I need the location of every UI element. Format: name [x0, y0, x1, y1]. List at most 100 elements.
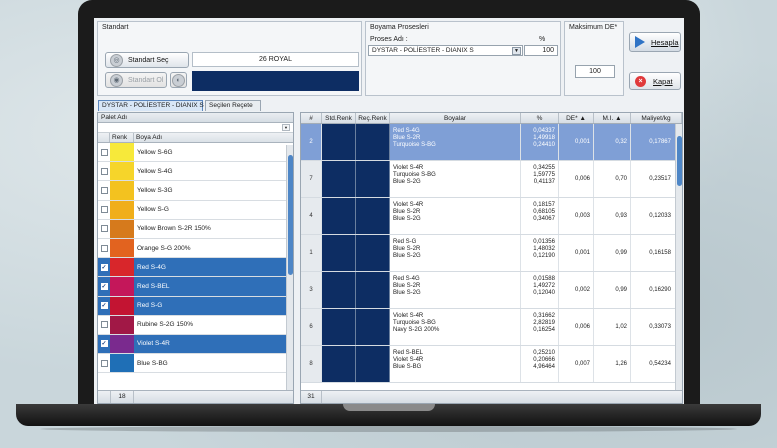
- tab-dystar-process[interactable]: DYSTAR - POLİESTER - DIANIX S: [98, 100, 204, 111]
- recipe-row[interactable]: 8 Red S-BEL Violet S-4R Blue S-BG 0,25210 0,2…: [301, 346, 682, 383]
- dye-name: Yellow S-4G: [137, 167, 173, 175]
- recipe-row[interactable]: 2 Red S-4G Blue S-2R Turquoise S-BG 0,04337 1…: [301, 124, 682, 161]
- dye-checkbox[interactable]: [100, 167, 108, 175]
- color-wheel-icon: ◎: [110, 53, 123, 67]
- recipe-dye-name: Blue S-BG: [393, 364, 422, 370]
- recipe-dye-percent: 1,48032: [533, 246, 555, 252]
- row-check-cell: ✓: [98, 277, 110, 295]
- recipe-dye-name: Blue S-2G: [393, 253, 421, 259]
- recipe-dye-percent: 0,41137: [533, 179, 555, 185]
- recipe-row[interactable]: 6 Violet S-4R Turquoise S-BG Navy S-2G 200%…: [301, 309, 682, 346]
- recipe-row[interactable]: 4 Violet S-4R Blue S-2R Blue S-2G 0,18157 0,6…: [301, 198, 682, 235]
- recipe-dye-name: Blue S-2R: [393, 246, 421, 252]
- dye-color-swatch: [110, 143, 134, 162]
- recipe-dye-name: Blue S-2R: [393, 135, 421, 141]
- col-rec-color[interactable]: Reç.Renk: [356, 113, 390, 123]
- recipe-de: 0,001: [559, 235, 594, 271]
- process-percent-input[interactable]: 100: [524, 45, 558, 56]
- palette-row[interactable]: Blue S-BG: [98, 354, 293, 374]
- recipe-percents: 0,04337 1,49918 0,24410: [521, 124, 559, 160]
- recipe-scrollbar[interactable]: [675, 124, 682, 390]
- row-check-cell: [98, 239, 110, 257]
- recipe-dye-name: Blue S-2G: [393, 179, 421, 185]
- dye-checkbox[interactable]: [100, 321, 108, 329]
- recipe-dye-name: Violet S-4R: [393, 165, 424, 171]
- recipe-number: 4: [301, 198, 322, 234]
- recipe-dyes: Red S-BEL Violet S-4R Blue S-BG: [390, 346, 521, 382]
- tab-selected-recipe[interactable]: Seçilen Reçete: [205, 100, 261, 111]
- recipe-dyes: Red S-4G Blue S-2R Blue S-2G: [390, 272, 521, 308]
- recipe-dye-percent: 0,01588: [533, 276, 555, 282]
- dye-checkbox[interactable]: [100, 244, 108, 252]
- max-de-input[interactable]: 100: [575, 65, 615, 78]
- recipe-dye-name: Turquoise S-BG: [393, 172, 436, 178]
- palette-row[interactable]: ✓ Red S-4G: [98, 258, 293, 278]
- dye-checkbox[interactable]: [100, 148, 108, 156]
- col-std-color[interactable]: Std.Renk: [322, 113, 356, 123]
- col-mi[interactable]: M.I. ▲: [594, 113, 631, 123]
- dye-color-swatch: [110, 162, 134, 181]
- filter-dropdown-icon[interactable]: ▼: [282, 124, 290, 131]
- dye-checkbox[interactable]: ✓: [100, 302, 108, 310]
- recipe-percents: 0,25210 0,20666 4,96464: [521, 346, 559, 382]
- measure-standard-button[interactable]: ◉ Standart Ol: [105, 72, 167, 88]
- dye-checkbox[interactable]: [100, 206, 108, 214]
- palette-scrollbar[interactable]: [286, 145, 293, 391]
- standard-group: Standart ◎ Standart Seç ◉ Standart Ol ◐ …: [97, 21, 362, 96]
- palette-row[interactable]: Yellow S-3G: [98, 181, 293, 201]
- recipe-row[interactable]: 1 Red S-G Blue S-2R Blue S-2G 0,01356 1,48032…: [301, 235, 682, 272]
- dye-name: Yellow S-3G: [137, 186, 173, 194]
- recipe-row[interactable]: 3 Red S-4G Blue S-2R Blue S-2G 0,01588 1,4927…: [301, 272, 682, 309]
- std-color-swatch: [322, 198, 356, 234]
- palette-row[interactable]: Yellow S-G: [98, 200, 293, 220]
- col-dyes[interactable]: Boyalar: [390, 113, 521, 123]
- laptop-notch: [343, 404, 435, 411]
- palette-row[interactable]: Yellow S-6G: [98, 143, 293, 163]
- standard-color-swatch: [192, 71, 359, 91]
- calculate-button[interactable]: Hesapla: [629, 32, 681, 52]
- dye-color-swatch: [110, 238, 134, 258]
- recipe-dyes: Red S-4G Blue S-2R Turquoise S-BG: [390, 124, 521, 160]
- recipe-number: 7: [301, 161, 322, 197]
- recipe-dye-name: Violet S-4R: [393, 202, 424, 208]
- dye-checkbox[interactable]: ✓: [100, 340, 108, 348]
- dye-checkbox[interactable]: [100, 359, 108, 367]
- recipe-mi: 0,99: [594, 272, 631, 308]
- row-check-cell: ✓: [98, 297, 110, 315]
- palette-row[interactable]: Orange S-G 200%: [98, 238, 293, 259]
- col-number[interactable]: #: [301, 113, 322, 123]
- select-standard-button[interactable]: ◎ Standart Seç: [105, 52, 189, 68]
- col-mi-label: M.I.: [602, 115, 614, 122]
- chevron-down-icon[interactable]: ▼: [512, 47, 521, 55]
- recipe-scroll-thumb[interactable]: [677, 136, 682, 186]
- dye-name: Yellow S-G: [137, 206, 169, 214]
- col-color: Renk: [110, 133, 134, 142]
- dye-name: Red S-4G: [137, 263, 166, 271]
- palette-row[interactable]: ✓ Red S-BEL: [98, 277, 293, 297]
- palette-row[interactable]: ✓ Violet S-4R: [98, 334, 293, 355]
- palette-row[interactable]: Yellow S-4G: [98, 162, 293, 182]
- palette-row[interactable]: ✓ Red S-G: [98, 296, 293, 316]
- recipe-dye-name: Turquoise S-BG: [393, 142, 436, 148]
- recipe-percents: 0,31662 2,82819 0,16254: [521, 309, 559, 345]
- dye-name: Yellow Brown S-2R 150%: [137, 225, 211, 233]
- recipe-dye-percent: 0,16254: [533, 327, 555, 333]
- dye-checkbox[interactable]: [100, 225, 108, 233]
- dye-checkbox[interactable]: ✓: [100, 263, 108, 271]
- palette-row[interactable]: Yellow Brown S-2R 150%: [98, 219, 293, 239]
- spectro-button[interactable]: ◐: [170, 72, 187, 88]
- dye-checkbox[interactable]: [100, 186, 108, 194]
- dye-name: Orange S-G 200%: [137, 244, 191, 252]
- recipe-row[interactable]: 7 Violet S-4R Turquoise S-BG Blue S-2G 0,342…: [301, 161, 682, 198]
- dye-checkbox[interactable]: ✓: [100, 282, 108, 290]
- close-button[interactable]: × Kapat: [629, 72, 681, 90]
- col-de[interactable]: DE* ▲: [559, 113, 594, 123]
- process-select[interactable]: DYSTAR - POLİESTER - DIANIX S ▼: [368, 45, 523, 56]
- palette-scroll-thumb[interactable]: [288, 155, 293, 275]
- recipe-dye-name: Red S-4G: [393, 276, 420, 282]
- col-percent[interactable]: %: [521, 113, 559, 123]
- recipe-de: 0,002: [559, 272, 594, 308]
- dye-color-swatch: [110, 296, 134, 315]
- col-cost[interactable]: Maliyet/kg: [631, 113, 682, 123]
- palette-row[interactable]: Rubine S-2G 150%: [98, 315, 293, 335]
